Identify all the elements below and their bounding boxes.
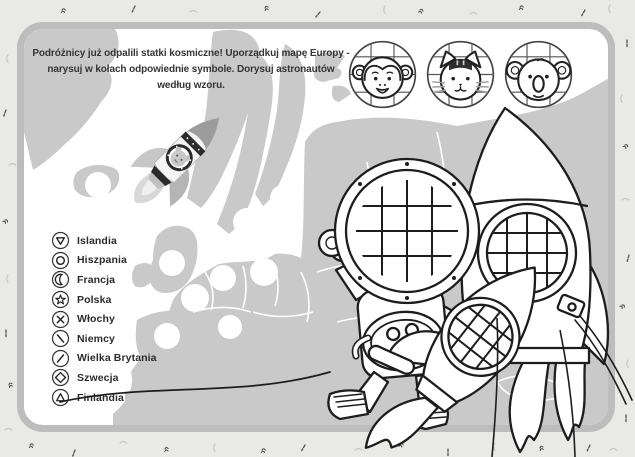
legend-item-hiszpania: Hiszpania xyxy=(51,251,157,271)
symbol-triangle-down-icon xyxy=(51,231,70,250)
legend-item-wielka-brytania: Wielka Brytania xyxy=(51,349,157,369)
legend-label: Włochy xyxy=(77,313,115,325)
symbol-slash-icon xyxy=(51,349,70,368)
worksheet-canvas: Podróżnicy już odpalili statki kosmiczne… xyxy=(0,0,635,457)
instruction-text: Podróżnicy już odpalili statki kosmiczne… xyxy=(32,46,350,94)
example-koala-circle xyxy=(502,38,575,111)
example-monkey-circle xyxy=(346,38,419,111)
example-cat-circle xyxy=(424,38,497,111)
symbol-circle-icon xyxy=(51,251,70,270)
symbol-star-icon xyxy=(51,290,70,309)
rocket-with-animal xyxy=(105,79,255,229)
legend-label: Polska xyxy=(77,294,111,306)
instruction-line-2: narysuj w kołach odpowiednie symbole. Do… xyxy=(32,62,350,78)
symbol-triangle-up-icon xyxy=(51,388,70,407)
legend-item-wlochy: Włochy xyxy=(51,309,157,329)
legend-item-niemcy: Niemcy xyxy=(51,329,157,349)
country-symbol-legend: Islandia Hiszpania Francja Polska xyxy=(51,231,157,407)
legend-label: Niemcy xyxy=(77,333,115,345)
symbol-diamond-icon xyxy=(51,368,70,387)
example-animal-circles xyxy=(346,38,575,111)
legend-label: Hiszpania xyxy=(77,254,127,266)
legend-item-polska: Polska xyxy=(51,290,157,310)
legend-label: Finlandia xyxy=(77,392,124,404)
legend-item-islandia: Islandia xyxy=(51,231,157,251)
legend-item-finlandia: Finlandia xyxy=(51,388,157,408)
symbol-x-icon xyxy=(51,310,70,329)
legend-label: Francja xyxy=(77,274,115,286)
legend-item-francja: Francja xyxy=(51,270,157,290)
legend-label: Szwecja xyxy=(77,372,119,384)
legend-label: Wielka Brytania xyxy=(77,352,157,364)
symbol-backslash-icon xyxy=(51,329,70,348)
legend-label: Islandia xyxy=(77,235,117,247)
instruction-line-1: Podróżnicy już odpalili statki kosmiczne… xyxy=(32,46,350,62)
instruction-line-3: według wzoru. xyxy=(32,78,350,94)
worksheet-page: Podróżnicy już odpalili statki kosmiczne… xyxy=(17,22,615,432)
symbol-crescent-icon xyxy=(51,270,70,289)
legend-item-szwecja: Szwecja xyxy=(51,368,157,388)
